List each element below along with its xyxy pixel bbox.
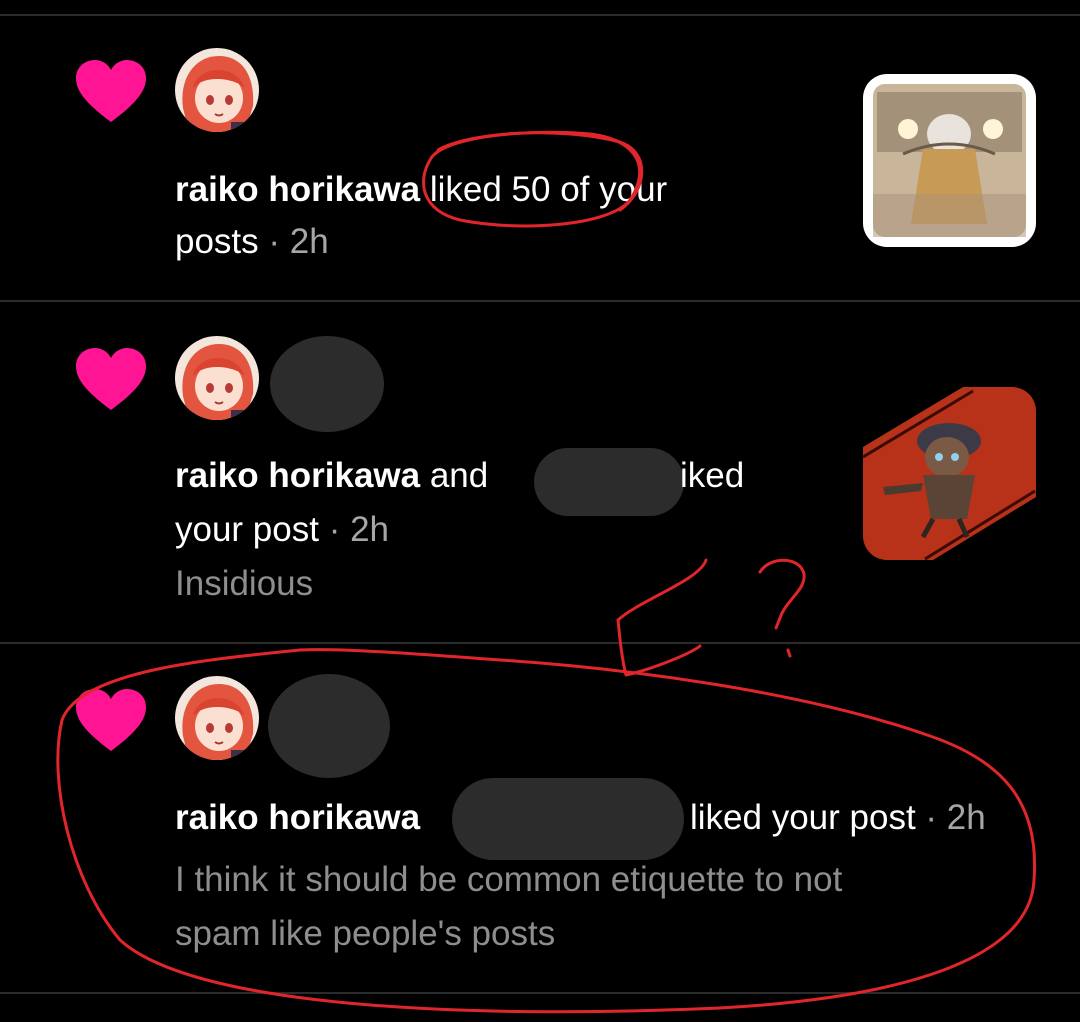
notification-text-line2: posts · 2h xyxy=(175,220,329,264)
post-thumbnail[interactable] xyxy=(863,74,1036,247)
heart-icon xyxy=(76,689,146,751)
action-text-line2: your post xyxy=(175,510,319,549)
post-snippet-line1: I think it should be common etiquette to… xyxy=(175,860,843,899)
notification-text-tail: liked your post · 2h xyxy=(690,796,986,840)
notification-item-1[interactable]: raiko horikawa liked 50 of your posts · … xyxy=(0,0,1080,300)
timestamp: 2h xyxy=(946,798,986,837)
heart-icon xyxy=(76,60,146,122)
redacted-avatar xyxy=(268,674,390,778)
avatar[interactable] xyxy=(175,336,259,420)
action-text-tail: iked xyxy=(680,456,745,495)
separator-dot: · xyxy=(915,798,947,837)
username[interactable]: raiko horikawa xyxy=(175,798,420,837)
username[interactable]: raiko horikawa xyxy=(175,170,420,209)
timestamp: 2h xyxy=(289,222,329,261)
notification-text-line1: raiko horikawa xyxy=(175,796,420,840)
notification-item-3[interactable]: raiko horikawa liked your post · 2h I th… xyxy=(0,642,1080,992)
notification-item-2[interactable]: raiko horikawa and iked your post · 2h I… xyxy=(0,300,1080,642)
action-text-tail: liked your post xyxy=(690,798,916,837)
avatar[interactable] xyxy=(175,676,259,760)
redacted-avatar xyxy=(270,336,384,432)
timestamp: 2h xyxy=(350,510,390,549)
post-snippet-line2: spam like people's posts xyxy=(175,914,556,953)
heart-icon xyxy=(76,348,146,410)
post-thumbnail[interactable] xyxy=(863,387,1036,560)
separator-dot: · xyxy=(258,222,290,261)
action-text: and xyxy=(420,456,489,495)
divider-3 xyxy=(0,992,1080,994)
notification-text-line1: raiko horikawa and xyxy=(175,454,488,498)
redacted-username xyxy=(452,778,684,860)
avatar[interactable] xyxy=(175,48,259,132)
notification-text-line1: raiko horikawa liked 50 of your xyxy=(175,168,667,212)
post-title: Insidious xyxy=(175,564,314,603)
notification-text-line2: your post · 2h xyxy=(175,508,389,552)
action-text-line2: posts xyxy=(175,222,259,261)
username[interactable]: raiko horikawa xyxy=(175,456,420,495)
notification-text-tail: iked xyxy=(680,454,744,498)
redacted-username xyxy=(534,448,684,516)
separator-dot: · xyxy=(318,510,351,549)
action-text: liked 50 of your xyxy=(420,170,668,209)
